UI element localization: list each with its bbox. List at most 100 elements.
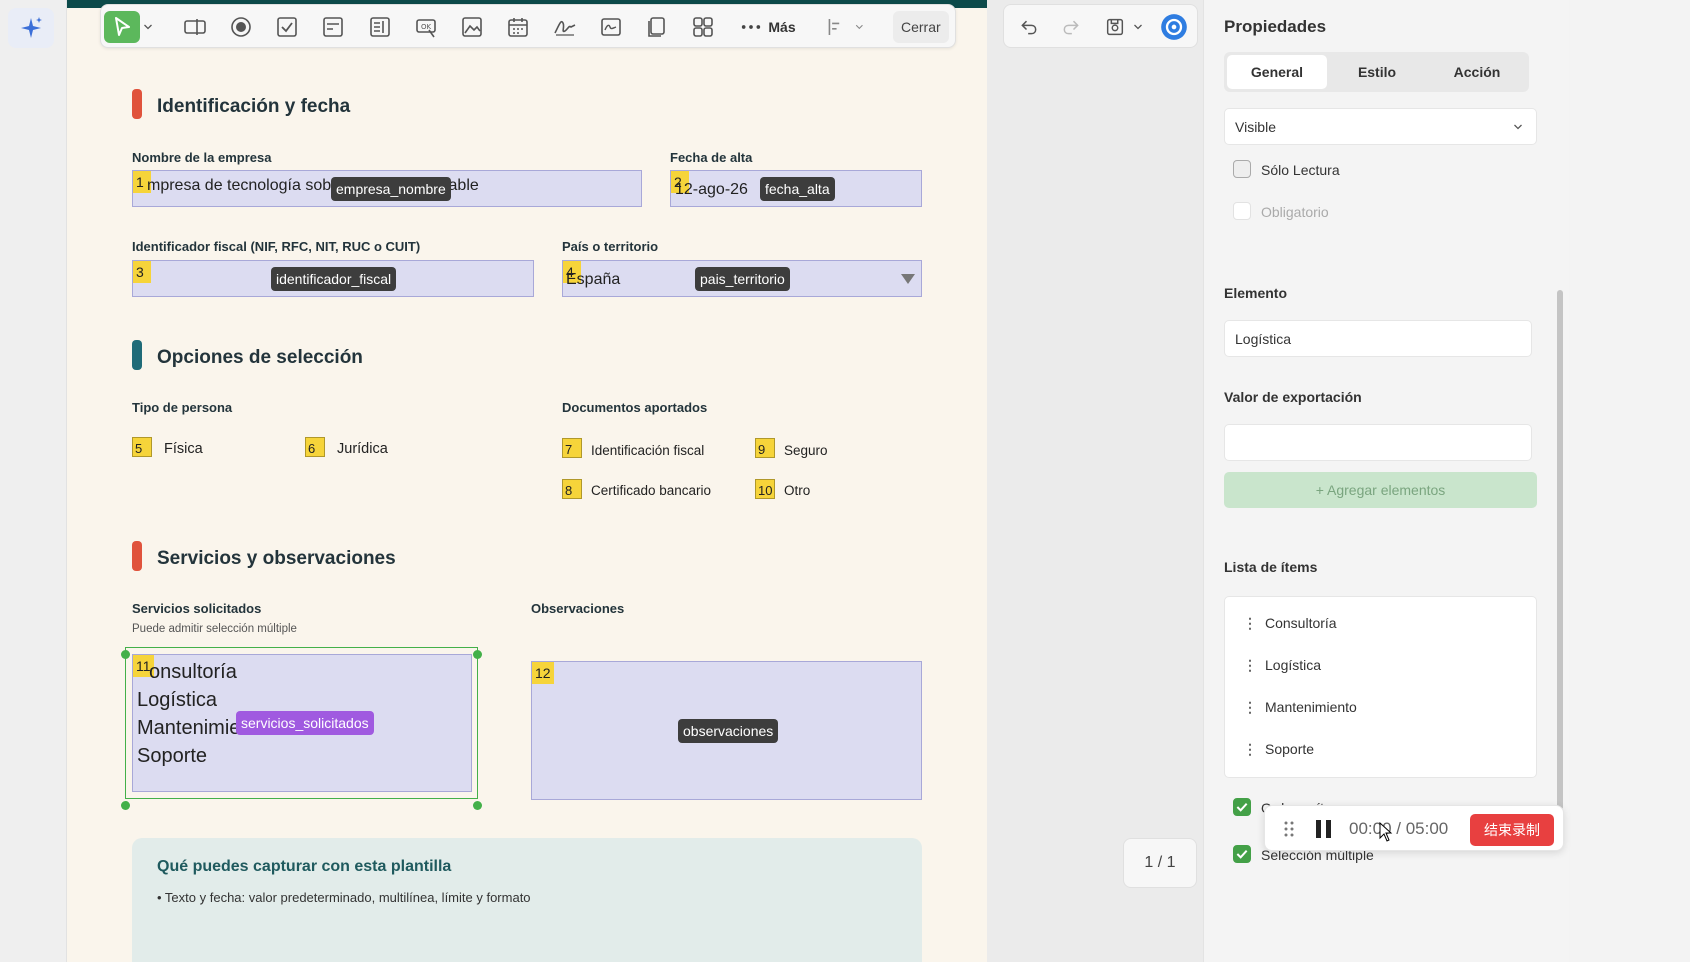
checkbox-seguro[interactable]: 9 [755, 438, 775, 458]
drag-handle-icon[interactable]: ⋮ [1243, 741, 1257, 757]
list-item[interactable]: ⋮ Soporte [1243, 741, 1314, 758]
form-page: Identificación y fecha Nombre de la empr… [67, 0, 987, 962]
option-number: 5 [135, 441, 143, 456]
listbox-item[interactable]: Mantenimie [137, 717, 240, 740]
element-input[interactable]: Logística [1224, 320, 1532, 357]
services-listbox[interactable]: 11 onsultoría Logística Mantenimie Sopor… [132, 654, 472, 792]
duplicate-tool[interactable] [641, 11, 673, 43]
section-marker [132, 541, 142, 571]
country-dropdown[interactable]: 4 España pais_territorio [562, 260, 922, 297]
company-name-field[interactable]: 1 mpresa de tecnología sobre energía ren… [132, 170, 642, 207]
radio-fisica[interactable]: 5 [132, 437, 152, 457]
grid-tool[interactable] [687, 11, 719, 43]
list-box-tool[interactable] [364, 11, 396, 43]
section-title: Opciones de selección [157, 347, 363, 368]
visibility-select[interactable]: Visible [1224, 108, 1537, 145]
field-number: 3 [133, 261, 151, 283]
add-items-button[interactable]: + Agregar elementos [1224, 472, 1537, 508]
select-dropdown-button[interactable] [141, 11, 155, 43]
resize-handle-tl[interactable] [121, 650, 130, 659]
more-tools-button[interactable]: Más [737, 11, 799, 43]
signature-field-tool[interactable] [595, 11, 627, 43]
page-counter: 1 / 1 [1123, 838, 1197, 888]
mouse-cursor-icon [1379, 822, 1393, 842]
date-tool[interactable] [502, 11, 534, 43]
company-name-label: Nombre de la empresa [132, 150, 272, 165]
checkbox-certificado[interactable]: 8 [562, 479, 582, 499]
signature-icon [554, 20, 576, 36]
drag-handle-icon[interactable]: ⋮ [1243, 699, 1257, 715]
option-label: Identificación fiscal [591, 443, 705, 458]
resize-handle-bl[interactable] [121, 801, 130, 810]
pause-button[interactable] [1313, 818, 1335, 840]
radio-tool[interactable] [225, 11, 257, 43]
tax-id-field[interactable]: 3 identificador_fiscal [132, 260, 534, 297]
resize-handle-tr[interactable] [473, 650, 482, 659]
image-tool[interactable] [456, 11, 488, 43]
field-name-tag: empresa_nombre [331, 177, 451, 201]
text-field-tool[interactable] [179, 11, 211, 43]
signature-tool[interactable] [548, 11, 582, 43]
list-item[interactable]: ⋮ Logística [1243, 657, 1321, 674]
option-label: Certificado bancario [591, 483, 712, 498]
field-value: 12-ago-26 [675, 181, 748, 198]
close-button[interactable]: Cerrar [893, 11, 949, 43]
check-icon [1236, 802, 1248, 812]
option-label: Seguro [784, 443, 828, 458]
select-tool-button[interactable] [104, 11, 140, 43]
listbox-item[interactable]: Soporte [137, 745, 207, 768]
calendar-icon [508, 18, 528, 37]
tab-accion[interactable]: Acción [1427, 55, 1527, 89]
stop-recording-button[interactable]: 结束录制 [1470, 814, 1554, 846]
option-label: Física [164, 441, 203, 457]
ai-sparkle-button[interactable] [8, 8, 54, 48]
export-value-input[interactable] [1224, 424, 1532, 461]
tax-id-label: Identificador fiscal (NIF, RFC, NIT, RUC… [132, 239, 421, 254]
tab-general[interactable]: General [1227, 55, 1327, 89]
save-button[interactable] [1100, 11, 1148, 43]
list-item[interactable]: ⋮ Mantenimiento [1243, 699, 1357, 716]
field-name-tag: servicios_solicitados [236, 711, 374, 735]
assistant-button[interactable] [1158, 11, 1190, 43]
image-icon [462, 17, 482, 37]
checkbox-tool[interactable] [271, 11, 303, 43]
recording-bar: 00:00 / 05:00 结束录制 [1264, 805, 1564, 851]
read-only-label: Sólo Lectura [1261, 162, 1340, 178]
dropdown-tool[interactable] [317, 11, 349, 43]
items-list-label: Lista de ítems [1224, 559, 1318, 575]
drag-handle-icon[interactable]: ⋮ [1243, 657, 1257, 673]
align-tool[interactable] [825, 11, 865, 43]
required-checkbox[interactable] [1233, 202, 1251, 220]
more-label: Más [768, 19, 796, 35]
listbox-item[interactable]: Logística [137, 689, 217, 712]
chevron-down-icon [856, 24, 864, 30]
resize-handle-br[interactable] [473, 801, 482, 810]
multiple-selection-checkbox[interactable] [1233, 845, 1251, 863]
read-only-checkbox[interactable] [1233, 160, 1251, 178]
info-box: Qué puedes capturar con esta plantilla •… [132, 838, 922, 962]
option-number: 10 [758, 483, 773, 498]
observations-field[interactable]: 12 observaciones [531, 661, 922, 800]
drag-handle-icon[interactable] [1283, 820, 1295, 838]
section-marker [132, 89, 142, 119]
checkbox-identificacion[interactable]: 7 [562, 438, 582, 458]
tab-estilo[interactable]: Estilo [1327, 55, 1427, 89]
checkbox-otro[interactable]: 10 [755, 479, 775, 499]
undo-button[interactable] [1014, 11, 1044, 43]
chevron-down-icon [144, 24, 152, 30]
dropdown-field-icon [323, 17, 343, 37]
sort-items-checkbox[interactable] [1233, 798, 1251, 816]
radio-juridica[interactable]: 6 [305, 437, 325, 457]
option-label: Jurídica [337, 441, 388, 457]
list-item[interactable]: ⋮ Consultoría [1243, 615, 1337, 632]
listbox-item[interactable]: onsultoría [149, 661, 237, 684]
save-icon [1106, 18, 1124, 36]
redo-button[interactable] [1056, 11, 1086, 43]
element-value: Logística [1235, 330, 1292, 347]
date-field[interactable]: 2 12-ago-26 fecha_alta [670, 170, 922, 207]
drag-handle-icon[interactable]: ⋮ [1243, 615, 1257, 631]
button-tool[interactable]: OK [410, 11, 442, 43]
option-number: 7 [565, 442, 573, 457]
panel-scrollbar[interactable] [1557, 290, 1563, 810]
list-item-label: Logística [1265, 657, 1322, 673]
